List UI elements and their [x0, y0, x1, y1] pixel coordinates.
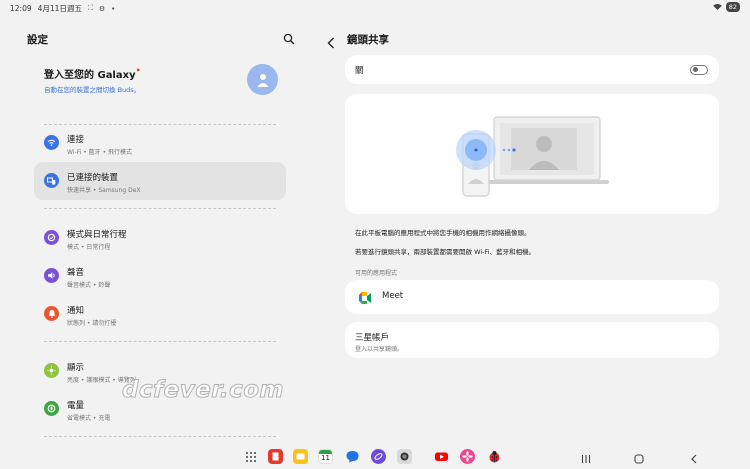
sidebar-item-label: 連接 [67, 135, 85, 145]
wifi-icon [44, 135, 59, 150]
samsung-account-subtitle: 登入以共享鏡頭。 [355, 346, 404, 353]
sidebar-item-sub: 省電模式 • 充電 [67, 415, 111, 422]
samsung-account-title: 三星帳戶 [355, 333, 390, 343]
gallery-icon[interactable] [460, 449, 475, 464]
section-header-available-apps: 可用的應用程式 [355, 270, 398, 277]
taskbar: 11 [0, 444, 750, 469]
connected-devices-icon [44, 173, 59, 188]
screenshot-icon: ⛶ [87, 4, 93, 12]
list-item-meet[interactable]: Meet [345, 280, 719, 314]
status-bar: 12:09 4月11日週五 ⛶ ⚙ • 82 [0, 0, 750, 14]
sidebar-item-label: 聲音 [67, 268, 85, 278]
display-icon [44, 363, 59, 378]
watermark: dcfever.com [122, 377, 285, 404]
notes-icon[interactable] [268, 449, 283, 464]
account-signin[interactable]: 登入至您的 Galaxy• 自動在您的裝置之間切換 Buds。 [44, 66, 141, 94]
sidebar-item-connections[interactable]: 連接 Wi-Fi • 藍牙 • 飛行模式 [34, 124, 286, 162]
avatar[interactable] [247, 64, 278, 95]
sidebar-item-sub: 快速共享 • Samsung DeX [67, 187, 141, 194]
recent-apps-button[interactable] [580, 450, 592, 463]
sidebar-item-sub: 模式 • 日常行程 [67, 244, 111, 251]
back-arrow-icon[interactable] [327, 34, 337, 48]
sidebar-item-notifications[interactable]: 通知 狀態列 • 請勿打擾 [34, 295, 286, 333]
notification-dot: • [135, 66, 141, 75]
divider [44, 208, 276, 209]
apps-grid-icon[interactable] [243, 449, 258, 464]
description-requirements: 若要進行鏡頭共享，兩部裝置都需要開啟 Wi-Fi、藍牙和相機。 [355, 248, 536, 256]
detail-title: 鏡頭共享 [347, 34, 389, 46]
battery-icon [44, 401, 59, 416]
ladybug-icon[interactable] [487, 449, 502, 464]
phone-laptop-illustration [456, 116, 609, 197]
sound-icon [44, 268, 59, 283]
search-icon[interactable] [283, 30, 297, 45]
description-primary: 在此平板電腦的應用程式中將您手機的相機用作網絡攝像頭。 [355, 229, 531, 237]
toggle-knob [692, 67, 698, 73]
camera-icon[interactable] [397, 449, 412, 464]
account-title: 登入至您的 Galaxy• [44, 66, 141, 81]
sidebar-item-sub: Wi-Fi • 藍牙 • 飛行模式 [67, 149, 133, 156]
sidebar-item-label: 電量 [67, 401, 85, 411]
sidebar-item-label: 模式與日常行程 [67, 230, 127, 240]
youtube-icon[interactable] [434, 449, 449, 464]
battery-indicator: 82 [725, 2, 740, 12]
back-button[interactable] [688, 450, 700, 464]
sidebar-item-label: 通知 [67, 306, 85, 316]
camera-share-toggle-row[interactable]: 關 [345, 55, 719, 84]
home-button[interactable] [633, 450, 645, 464]
modes-icon [44, 230, 59, 245]
sidebar-item-sound[interactable]: 聲音 聲音模式 • 鈴聲 [34, 257, 286, 295]
messages-icon[interactable] [345, 449, 360, 464]
sidebar-item-sub: 狀態列 • 請勿打擾 [67, 320, 117, 327]
app-name: Meet [382, 291, 404, 301]
sidebar-item-sub: 聲音模式 • 鈴聲 [67, 282, 111, 289]
wifi-status-icon [712, 3, 722, 12]
list-item-samsung-account[interactable]: 三星帳戶 登入以共享鏡頭。 [345, 322, 719, 358]
gear-icon: ⚙ [98, 4, 106, 13]
sidebar-item-label: 已連接的裝置 [67, 173, 119, 183]
detail-header: 鏡頭共享 [327, 32, 389, 48]
toggle-state-label: 關 [355, 66, 364, 76]
meet-icon [358, 290, 372, 304]
calendar-icon[interactable]: 11 [318, 449, 333, 464]
sidebar-item-modes[interactable]: 模式與日常行程 模式 • 日常行程 [34, 219, 286, 257]
camera-share-toggle[interactable] [690, 65, 708, 75]
illustration-card [345, 94, 719, 214]
status-date: 4月11日週五 [37, 4, 82, 13]
divider [44, 341, 276, 342]
divider [44, 436, 276, 437]
notification-icon [44, 306, 59, 321]
folder-icon[interactable] [293, 449, 308, 464]
calendar-day: 11 [321, 454, 330, 462]
page-title: 設定 [27, 34, 48, 46]
dot-icon: • [111, 4, 116, 13]
account-subtitle: 自動在您的裝置之間切換 Buds。 [44, 86, 141, 94]
status-time: 12:09 [10, 4, 32, 13]
sidebar-item-connected-devices[interactable]: 已連接的裝置 快速共享 • Samsung DeX [34, 162, 286, 200]
internet-icon[interactable] [371, 449, 386, 464]
sidebar-item-label: 顯示 [67, 363, 85, 373]
